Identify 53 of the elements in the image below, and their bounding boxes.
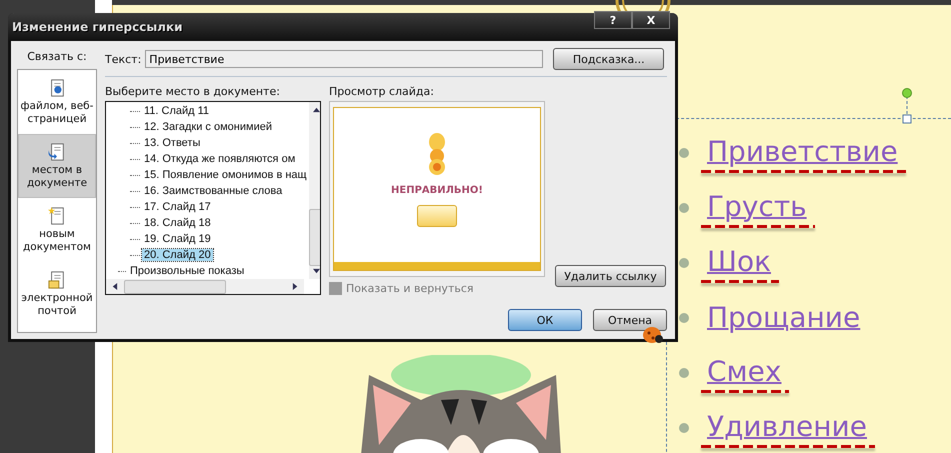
scroll-down-icon[interactable] <box>312 268 320 275</box>
hyperlink[interactable]: Приветствие <box>707 134 898 170</box>
bullet-icon <box>679 423 689 433</box>
tree-item[interactable]: 18. Слайд 18 <box>142 217 213 229</box>
bullet-icon <box>679 258 689 268</box>
globe-page-icon <box>48 78 66 98</box>
bullet-icon <box>679 368 689 378</box>
close-button[interactable]: X <box>632 11 670 29</box>
link-to-label: Связать с: <box>26 49 88 63</box>
tree-item[interactable]: 19. Слайд 19 <box>142 233 213 245</box>
scroll-up-icon[interactable] <box>312 106 320 113</box>
tree-item[interactable]: 14. Откуда же появляются ом <box>142 153 298 165</box>
cancel-button[interactable]: Отмена <box>593 309 667 331</box>
hyperlink[interactable]: Прощание <box>707 300 860 336</box>
tree-item[interactable]: 13. Ответы <box>142 137 202 149</box>
hyperlink[interactable]: Удивление <box>707 408 867 444</box>
ladybug-icon <box>641 324 663 344</box>
vertical-scrollbar[interactable] <box>308 102 320 279</box>
text-field[interactable]: Приветствие <box>145 50 544 68</box>
text-label: Текст: <box>105 52 142 66</box>
slide-heading: НЕПРАВИЛЬНО! <box>391 185 483 196</box>
preview-label: Просмотр слайда: <box>329 85 435 98</box>
place-label: Выберите место в документе: <box>105 85 281 98</box>
help-button[interactable]: ? <box>594 11 632 29</box>
checkbox-label: Показать и вернуться <box>346 282 474 295</box>
window-title: Изменение гиперссылки <box>12 20 183 34</box>
tree-item[interactable]: 17. Слайд 17 <box>142 201 213 213</box>
hyperlink[interactable]: Шок <box>707 244 771 280</box>
bullet-icon <box>679 203 689 213</box>
tree-item[interactable]: 15. Появление омонимов в нащ <box>142 169 309 181</box>
tree-item[interactable]: 12. Загадки с омонимией <box>142 121 274 133</box>
new-page-icon <box>48 206 66 226</box>
tree-item[interactable]: 20. Слайд 20 <box>142 249 213 261</box>
tree-item[interactable]: Произвольные показы <box>128 265 246 277</box>
arrow-page-icon <box>48 142 66 162</box>
tree-item[interactable]: 11. Слайд 11 <box>142 105 212 117</box>
tip-button[interactable]: Подсказка... <box>553 48 664 70</box>
hyperlink[interactable]: Смех <box>707 354 782 390</box>
link-target-button[interactable]: электронной почтой <box>18 262 96 326</box>
link-target-button[interactable]: местом в документе <box>18 134 96 198</box>
link-target-button[interactable]: новым документом <box>18 198 96 262</box>
ok-button[interactable]: ОК <box>508 309 582 331</box>
rotate-handle[interactable] <box>901 88 913 124</box>
bullet-icon <box>679 148 689 158</box>
horizontal-scrollbar[interactable] <box>106 279 304 294</box>
envelope-page-icon <box>48 270 66 290</box>
bullet-icon <box>679 313 689 323</box>
tree-item[interactable]: 16. Заимствованные слова <box>142 185 284 197</box>
link-target-button[interactable]: файлом, веб-страницей <box>18 70 96 134</box>
scroll-right-icon[interactable] <box>292 283 299 290</box>
remove-link-button[interactable]: Удалить ссылку <box>555 265 666 287</box>
scroll-left-icon[interactable] <box>111 283 118 290</box>
hyperlink[interactable]: Грусть <box>707 188 807 224</box>
